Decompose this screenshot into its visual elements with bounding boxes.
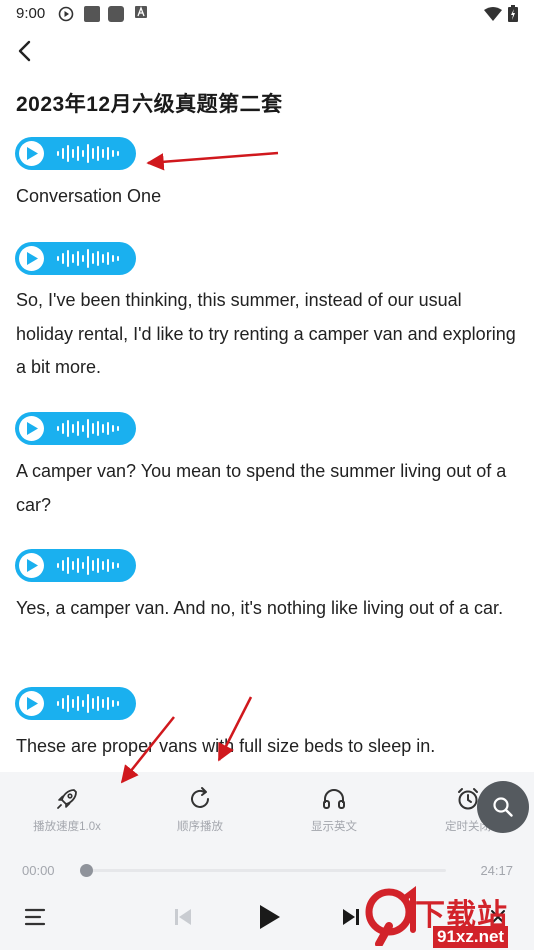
transcript-line: Yes, a camper van. And no, it's nothing … <box>16 598 504 618</box>
annotation-arrow <box>146 151 279 171</box>
watermark: 下载站 91xz.net <box>365 886 534 950</box>
waveform-icon <box>57 694 119 713</box>
play-icon <box>19 141 44 166</box>
transcript-line: A camper van? You mean to spend the summ… <box>16 461 507 515</box>
status-bar: 9:00 <box>0 0 534 28</box>
play-icon <box>19 246 44 271</box>
waveform-icon <box>57 144 119 163</box>
repeat-icon <box>191 787 209 808</box>
playlist-menu-icon[interactable] <box>24 907 46 927</box>
speed-control[interactable]: 播放速度1.0x <box>12 786 122 834</box>
transcript-line: Conversation One <box>16 186 162 206</box>
play-icon <box>19 553 44 578</box>
play-icon[interactable] <box>257 903 283 931</box>
play-icon <box>19 416 44 441</box>
battery-icon <box>508 5 518 22</box>
next-track-icon[interactable] <box>340 906 362 928</box>
audio-play-button[interactable] <box>15 242 136 275</box>
notification-square-icon <box>84 6 100 22</box>
play-icon <box>19 691 44 716</box>
show-english-label: 显示英文 <box>311 821 357 833</box>
notification-a-icon <box>135 6 147 18</box>
current-time: 00:00 <box>22 863 55 878</box>
waveform-icon <box>57 556 119 575</box>
speed-label: 播放速度1.0x <box>33 821 101 833</box>
progress-track[interactable] <box>86 869 446 872</box>
media-play-status-icon <box>58 6 74 22</box>
previous-track-icon[interactable] <box>172 906 194 928</box>
transcript-line: So, I've been thinking, this summer, ins… <box>16 290 516 377</box>
status-time: 9:00 <box>16 5 46 22</box>
transcript-line: These are proper vans with full size bed… <box>16 736 436 756</box>
wifi-icon <box>484 7 502 21</box>
watermark-url: 91xz.net <box>433 926 509 948</box>
headphones-icon <box>323 789 345 809</box>
search-icon <box>493 797 513 817</box>
total-time: 24:17 <box>480 863 513 878</box>
audio-play-button[interactable] <box>15 549 136 582</box>
waveform-icon <box>57 249 119 268</box>
audio-play-button[interactable] <box>15 137 136 170</box>
waveform-icon <box>57 419 119 438</box>
play-order-label: 顺序播放 <box>177 821 223 833</box>
rocket-icon <box>57 789 77 809</box>
progress-knob[interactable] <box>80 864 93 877</box>
show-english-control[interactable]: 显示英文 <box>279 786 389 834</box>
back-arrow-icon[interactable] <box>12 38 38 64</box>
audio-play-button[interactable] <box>15 687 136 720</box>
play-order-control[interactable]: 顺序播放 <box>145 786 255 834</box>
audio-play-button[interactable] <box>15 412 136 445</box>
search-button[interactable] <box>477 781 529 833</box>
watermark-logo <box>365 886 416 946</box>
notification-square-icon <box>108 6 124 22</box>
page-title: 2023年12月六级真题第二套 <box>16 93 283 116</box>
